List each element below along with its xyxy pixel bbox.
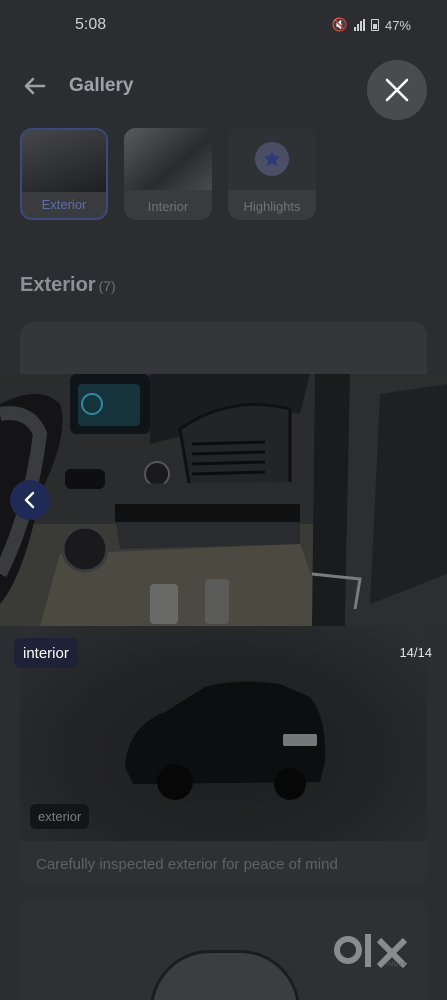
- category-tabs: Exterior Interior Highlights: [20, 128, 316, 220]
- car-thumbnail: [150, 950, 300, 1000]
- close-button[interactable]: [367, 60, 427, 120]
- chevron-left-icon: [24, 491, 35, 509]
- star-badge: [255, 142, 289, 176]
- previous-image-button[interactable]: [10, 480, 50, 520]
- page-title: Gallery: [69, 75, 134, 96]
- battery-icon: [370, 19, 379, 31]
- tab-interior[interactable]: Interior: [124, 128, 212, 220]
- tab-highlights-thumbnail: [228, 128, 316, 190]
- image-viewer[interactable]: [0, 374, 447, 626]
- section-heading: Exterior (7): [20, 274, 116, 297]
- tab-exterior[interactable]: Exterior: [20, 128, 108, 220]
- status-bar: 5:08 🔇 47%: [0, 0, 447, 50]
- tab-interior-thumbnail: [124, 128, 212, 190]
- mute-icon: 🔇: [331, 17, 348, 32]
- signal-icon: [353, 19, 365, 31]
- olx-logo-subtext: INDIA: [385, 962, 407, 968]
- star-icon: [264, 151, 280, 167]
- tab-label: Interior: [147, 199, 189, 214]
- photo-caption: Carefully inspected exterior for peace o…: [36, 856, 338, 873]
- close-icon: [385, 78, 409, 102]
- back-arrow-icon: [24, 77, 46, 95]
- tab-label: Highlights: [243, 199, 301, 214]
- status-icons: 🔇 47%: [332, 17, 411, 33]
- photo-badge: exterior: [30, 804, 90, 829]
- photo-card-top: [20, 322, 427, 382]
- interior-photo: [0, 374, 447, 626]
- back-button[interactable]: [18, 70, 50, 102]
- status-time: 5:08: [75, 16, 107, 33]
- image-category-label: interior: [14, 638, 78, 668]
- tab-exterior-thumbnail: [22, 130, 106, 192]
- tab-highlights[interactable]: Highlights: [228, 128, 316, 220]
- image-counter: 14/14: [399, 645, 432, 660]
- car-rear-image: [125, 681, 326, 800]
- photo-card[interactable]: exterior Carefully inspected exterior fo…: [20, 626, 427, 886]
- battery-percent: 47%: [384, 17, 411, 33]
- tab-label: Exterior: [41, 197, 87, 212]
- section-title: Exterior: [20, 274, 96, 296]
- section-count: (7): [98, 278, 116, 294]
